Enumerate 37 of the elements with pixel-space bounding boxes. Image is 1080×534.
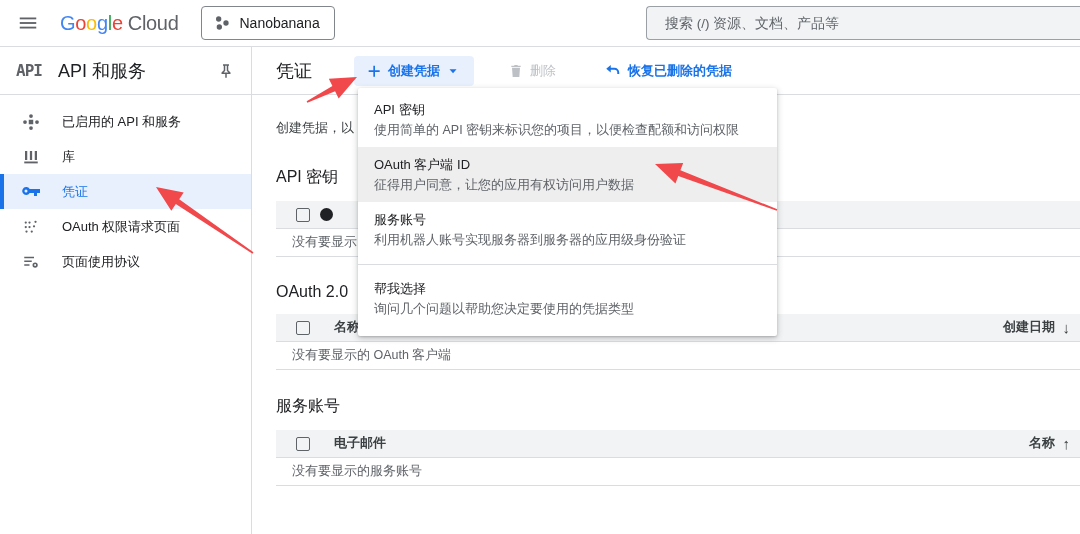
checkbox[interactable] — [296, 436, 310, 451]
section-heading: API 密钥 — [276, 167, 339, 187]
column-header[interactable]: 电子邮件 — [334, 435, 386, 452]
sidebar-item[interactable]: OAuth 权限请求页面 — [0, 209, 251, 244]
sort-arrow-icon[interactable]: ↑ — [1062, 435, 1070, 452]
empty-message: 没有要显示 — [292, 234, 357, 251]
menu-item[interactable]: OAuth 客户端 ID 征得用户同意，让您的应用有权访问用户数据 — [358, 147, 777, 202]
sidebar-item[interactable]: 页面使用协议 — [0, 244, 251, 279]
create-button[interactable]: 创建凭据 — [354, 55, 474, 86]
sort-arrow-icon[interactable]: ↓ — [1062, 319, 1070, 336]
annotation-arrow — [306, 77, 357, 103]
search-field[interactable]: 搜索 (/) 资源、文档、产品等 — [646, 6, 1080, 40]
column-header[interactable]: 创建日期 — [1002, 319, 1055, 336]
sidebar-item[interactable]: 凭证 — [0, 174, 251, 209]
project-icon — [213, 15, 230, 31]
empty-message: 没有要显示的 OAuth 客户端 — [292, 347, 452, 364]
services-icon — [22, 112, 40, 131]
key-icon — [22, 187, 40, 196]
checkbox[interactable] — [296, 207, 310, 222]
section-heading: OAuth 2.0 — [276, 283, 349, 301]
trash-icon — [508, 62, 524, 79]
project-picker[interactable]: Nanobanana — [200, 6, 335, 40]
checkbox[interactable] — [296, 320, 310, 335]
menu-item[interactable]: API 密钥 使用简单的 API 密钥来标识您的项目，以便检查配额和访问权限 — [358, 92, 777, 147]
page-title: 凭证 — [276, 59, 312, 83]
api-logo: API — [16, 61, 42, 80]
empty-message: 没有要显示的服务账号 — [292, 463, 422, 480]
logo[interactable]: Google Cloud — [60, 11, 179, 35]
menu-item[interactable]: 帮我选择 询问几个问题以帮助您决定要使用的凭据类型 — [358, 271, 777, 326]
description-text: 创建凭据，以 — [276, 120, 354, 137]
sidebar-item[interactable]: 库 — [0, 139, 251, 174]
sidebar-item[interactable]: 已启用的 API 和服务 — [0, 104, 251, 139]
column-header[interactable]: 名称 — [1028, 435, 1055, 452]
section-heading: 服务账号 — [276, 396, 340, 416]
menu-item[interactable]: 服务账号 利用机器人账号实现服务器到服务器的应用级身份验证 — [358, 202, 777, 257]
sidebar-title: API 和服务 — [57, 59, 146, 83]
restore-button[interactable]: 恢复已删除的凭据 — [590, 55, 746, 86]
